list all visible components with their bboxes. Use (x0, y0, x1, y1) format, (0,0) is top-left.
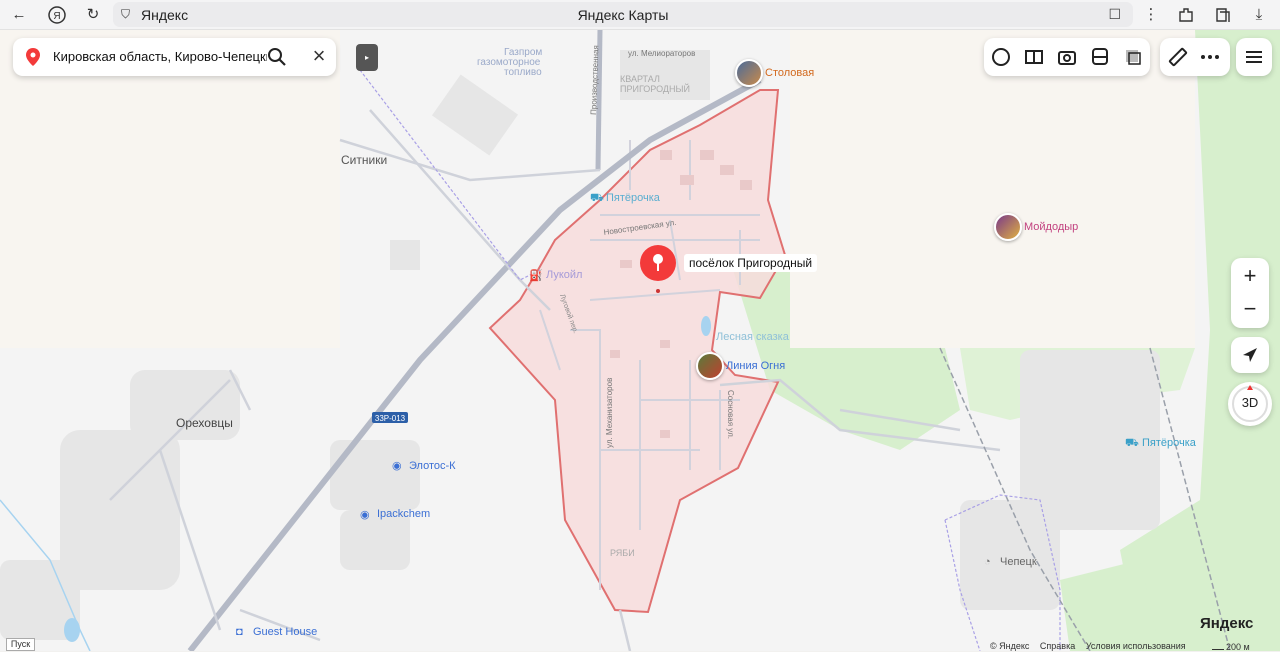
my-location-button[interactable] (1231, 337, 1269, 373)
station-icon: ◔ (984, 556, 991, 568)
tools-toolbar (1160, 38, 1230, 76)
street-meliorators: ул. Мелиораторов (628, 49, 695, 58)
more-vertical-icon[interactable]: ⋮ (1140, 4, 1162, 26)
address-bar[interactable]: ⛉ Яндекс Яндекс Карты ☐ (113, 2, 1133, 27)
extensions-icon[interactable] (1175, 4, 1197, 26)
navigation-arrow-icon (1243, 348, 1257, 362)
layers-toolbar (984, 38, 1150, 76)
search-box: Кировская область, Кирово-Чепецки × (13, 38, 336, 76)
factory-icon: ◉ (360, 509, 370, 521)
traffic-layer-icon[interactable] (989, 45, 1013, 69)
footer-links: © Яндекс Справка Условия использования (990, 641, 1186, 651)
browser-toolbar: ← Я ↻ ⛉ Яндекс Яндекс Карты ☐ ⋮ ⤓ (0, 0, 1280, 30)
yandex-logo: Яндекс (1200, 615, 1254, 632)
scale-line (1212, 649, 1224, 650)
svg-text:Я: Я (53, 11, 60, 22)
compass-3d-button[interactable]: 3D (1228, 382, 1272, 426)
shopping-cart-icon: ⛟ (1125, 437, 1139, 449)
poi-ipackchem[interactable]: Ipackchem (377, 508, 430, 520)
poi-liniya-ognya[interactable]: Линия Огня (726, 360, 785, 372)
menu-group (1236, 38, 1272, 76)
map-layers-icon[interactable] (1121, 45, 1145, 69)
pond (64, 618, 80, 642)
poi-chepetsk[interactable]: Чепецк (1000, 556, 1037, 568)
poi-pyaterochka-north[interactable]: Пятёрочка (606, 192, 660, 204)
zoom-out-button[interactable]: − (1231, 293, 1269, 328)
panorama-icon[interactable] (1022, 45, 1046, 69)
lake (701, 316, 711, 336)
yandex-browser-icon[interactable]: Я (46, 4, 68, 26)
bookmark-icon[interactable]: ☐ (1108, 6, 1121, 23)
label-kvartal-2: ПРИГОРОДНЫЙ (620, 83, 690, 94)
location-pin-icon (26, 48, 40, 66)
label-orekhovtsy: Ореховцы (176, 416, 233, 430)
back-icon[interactable]: ← (8, 4, 30, 26)
fuel-icon: ⛽ (529, 270, 543, 282)
compass-label: 3D (1241, 395, 1259, 410)
poi-stolovaya[interactable]: Столовая (765, 67, 814, 79)
launch-button[interactable]: Пуск (6, 638, 35, 651)
poi-moydodyr[interactable]: Мойдодыр (1024, 221, 1078, 233)
collections-icon[interactable] (1212, 4, 1234, 26)
map-svg: 33Р-013 Ситники Ореховцы КВАРТАЛ ПРИГОРО… (0, 30, 1280, 651)
page-title: Яндекс Карты (577, 7, 669, 23)
hamburger-menu-icon[interactable] (1242, 45, 1266, 69)
factory-icon: ◉ (392, 460, 402, 472)
search-icon[interactable] (266, 46, 288, 68)
zoom-in-button[interactable]: + (1231, 258, 1269, 293)
more-horizontal-icon[interactable] (1198, 45, 1222, 69)
collapse-panel-button[interactable]: ▸ (356, 44, 378, 71)
poi-elotos[interactable]: Элотос-К (409, 460, 456, 472)
shopping-cart-icon: ⛟ (590, 192, 604, 204)
poi-lukoil[interactable]: Лукойл (546, 269, 582, 281)
label-kvartal-1: КВАРТАЛ (620, 74, 660, 84)
ruler-icon[interactable] (1166, 45, 1190, 69)
label-ryabi: РЯБИ (610, 548, 635, 558)
reload-icon[interactable]: ↻ (82, 4, 104, 26)
download-icon[interactable]: ⤓ (1248, 4, 1270, 26)
poi-lesnaya-skazka[interactable]: Лесная сказка (716, 331, 789, 343)
poi-photo-liniya-ognya[interactable] (696, 352, 724, 380)
bus-icon[interactable] (1088, 45, 1112, 69)
gazprom-line-3: топливо (504, 67, 542, 78)
terms-link[interactable]: Условия использования (1086, 641, 1186, 651)
poi-pyaterochka-east[interactable]: Пятёрочка (1142, 437, 1196, 449)
help-link[interactable]: Справка (1040, 641, 1075, 651)
label-sitniki: Ситники (341, 153, 387, 167)
zoom-controls: + − (1231, 258, 1269, 328)
street-sosnovaya: Сосновая ул. (726, 390, 735, 439)
hotel-icon: ◘ (236, 626, 243, 638)
camera-icon[interactable] (1055, 45, 1079, 69)
search-input[interactable]: Кировская область, Кирово-Чепецки (53, 49, 267, 64)
road-number: 33Р-013 (375, 414, 406, 423)
poi-photo-stolovaya[interactable] (735, 59, 763, 87)
place-label[interactable]: посёлок Пригородный (684, 254, 818, 272)
map-canvas[interactable]: 33Р-013 Ситники Ореховцы КВАРТАЛ ПРИГОРО… (0, 30, 1280, 651)
copyright-text: © Яндекс (990, 641, 1030, 651)
street-mekhanizatorov: ул. Механизаторов (605, 378, 614, 448)
clear-search-button[interactable]: × (307, 44, 331, 68)
poi-guest-house[interactable]: Guest House (253, 626, 317, 638)
poi-photo-moydodyr[interactable] (994, 213, 1022, 241)
place-marker-icon[interactable] (638, 243, 678, 293)
